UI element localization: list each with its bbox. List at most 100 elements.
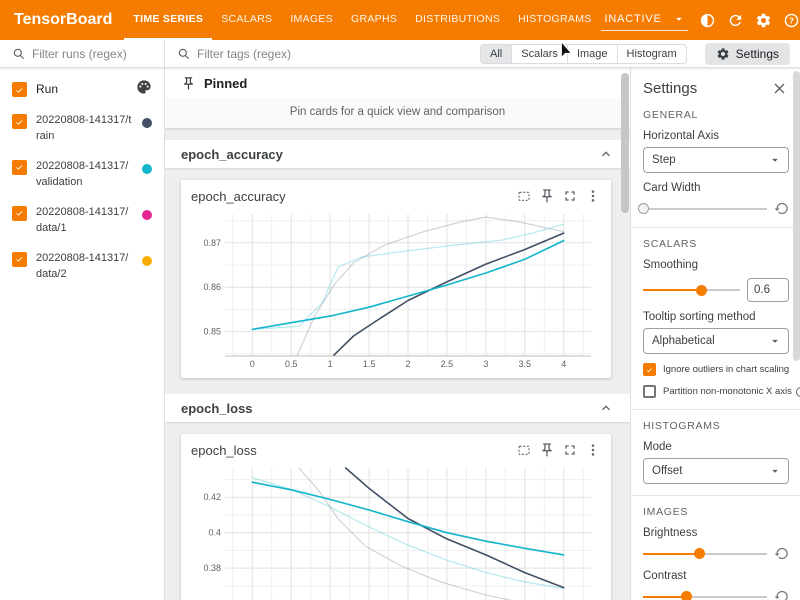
tab-scalars[interactable]: SCALARS — [212, 0, 281, 40]
pinned-title: Pinned — [204, 76, 247, 91]
svg-text:4: 4 — [561, 359, 566, 369]
section-header-epoch-loss[interactable]: epoch_loss — [165, 394, 630, 422]
run-color-dot — [142, 256, 152, 266]
svg-text:2.5: 2.5 — [441, 359, 454, 369]
pin-icon — [181, 76, 196, 91]
tab-histograms[interactable]: HISTOGRAMS — [509, 0, 600, 40]
filter-scalars-button[interactable]: Scalars — [511, 45, 567, 63]
card-actions — [516, 442, 601, 458]
runs-column-header: Run — [36, 82, 58, 96]
settings-button[interactable]: Settings — [705, 43, 790, 65]
fullscreen-icon[interactable] — [562, 442, 578, 458]
caret-down-icon — [672, 12, 686, 26]
gear-icon[interactable] — [755, 12, 772, 29]
runs-header-row: Run — [0, 72, 164, 106]
caret-down-icon — [768, 334, 782, 348]
run-color-palette-icon[interactable] — [136, 79, 152, 100]
filter-histogram-button[interactable]: Histogram — [617, 45, 686, 63]
run-row-train[interactable]: 20220808-141317/train — [0, 106, 164, 152]
smoothing-slider[interactable] — [643, 283, 740, 297]
settings-scrollbar-thumb[interactable] — [793, 71, 800, 361]
partition-x-row[interactable]: Partition non-monotonic X axis — [643, 385, 790, 398]
ignore-outliers-checkbox[interactable] — [643, 363, 656, 376]
tensorboard-app: TensorBoard TIME SERIES SCALARS IMAGES G… — [0, 0, 800, 600]
brightness-row — [643, 546, 789, 561]
check-icon — [14, 161, 25, 173]
settings-heading-general: GENERAL — [643, 109, 790, 121]
run-checkbox[interactable] — [12, 114, 27, 129]
select-all-runs-checkbox[interactable] — [12, 82, 27, 97]
contrast-slider[interactable] — [643, 590, 767, 600]
histogram-mode-select[interactable]: Offset — [643, 458, 789, 484]
smoothing-row — [643, 278, 789, 302]
ignore-outliers-row[interactable]: Ignore outliers in chart scaling — [643, 363, 790, 376]
svg-text:2: 2 — [405, 359, 410, 369]
divider — [631, 227, 800, 228]
zoom-selection-icon[interactable] — [516, 442, 532, 458]
help-icon[interactable]: ? — [783, 12, 800, 29]
filter-all-button[interactable]: All — [481, 45, 511, 63]
pinned-header: Pinned — [165, 68, 630, 98]
run-checkbox[interactable] — [12, 206, 27, 221]
smoothing-input[interactable] — [747, 278, 789, 302]
card-width-row — [643, 201, 789, 216]
svg-text:0.87: 0.87 — [203, 238, 221, 248]
histogram-mode-label: Mode — [643, 441, 790, 453]
close-icon[interactable] — [771, 80, 788, 97]
line-chart-epoch-accuracy[interactable]: 00.511.522.533.540.850.860.87 — [191, 208, 601, 372]
card-width-slider[interactable] — [643, 202, 767, 216]
app-title: TensorBoard — [0, 11, 124, 29]
tab-time-series[interactable]: TIME SERIES — [124, 0, 212, 40]
main-nav: TIME SERIES SCALARS IMAGES GRAPHS DISTRI… — [124, 0, 600, 40]
line-chart-epoch-loss[interactable]: 00.511.522.533.540.360.380.40.42 — [191, 462, 601, 600]
reset-icon[interactable] — [774, 201, 789, 216]
content-scrollbar-thumb[interactable] — [621, 73, 629, 213]
ignore-outliers-label: Ignore outliers in chart scaling — [663, 364, 789, 375]
brightness-slider[interactable] — [643, 547, 767, 561]
smoothing-label: Smoothing — [643, 259, 790, 271]
svg-text:?: ? — [789, 16, 794, 25]
run-checkbox[interactable] — [12, 252, 27, 267]
horizontal-axis-select[interactable]: Step — [643, 147, 789, 173]
chevron-up-icon[interactable] — [598, 146, 614, 162]
info-icon — [795, 386, 800, 398]
tab-images[interactable]: IMAGES — [281, 0, 342, 40]
svg-text:3.5: 3.5 — [519, 359, 532, 369]
svg-text:1: 1 — [328, 359, 333, 369]
tab-distributions[interactable]: DISTRIBUTIONS — [406, 0, 509, 40]
reset-icon[interactable] — [774, 589, 789, 600]
section-header-epoch-accuracy[interactable]: epoch_accuracy — [165, 140, 630, 168]
svg-text:0.4: 0.4 — [208, 528, 221, 538]
pin-icon[interactable] — [539, 442, 555, 458]
filter-runs-input[interactable] — [32, 47, 142, 61]
tooltip-sorting-select[interactable]: Alphabetical — [643, 328, 789, 354]
gear-icon — [716, 47, 730, 61]
tab-graphs[interactable]: GRAPHS — [342, 0, 406, 40]
settings-panel: Settings GENERAL Horizontal Axis Step Ca… — [630, 68, 800, 600]
more-options-icon[interactable] — [585, 442, 601, 458]
run-row-data-1[interactable]: 20220808-141317/data/1 — [0, 198, 164, 244]
filter-tags-input[interactable] — [197, 47, 357, 61]
zoom-selection-icon[interactable] — [516, 188, 532, 204]
card-title: epoch_loss — [191, 443, 257, 458]
fullscreen-icon[interactable] — [562, 188, 578, 204]
run-row-validation[interactable]: 20220808-141317/validation — [0, 152, 164, 198]
filter-image-button[interactable]: Image — [567, 45, 617, 63]
pin-icon[interactable] — [539, 188, 555, 204]
run-checkbox[interactable] — [12, 160, 27, 175]
run-row-data-2[interactable]: 20220808-141317/data/2 — [0, 244, 164, 290]
refresh-icon[interactable] — [727, 12, 744, 29]
reload-status-select[interactable]: INACTIVE — [601, 9, 688, 31]
svg-text:0.5: 0.5 — [285, 359, 298, 369]
partition-x-checkbox[interactable] — [643, 385, 656, 398]
svg-text:0.85: 0.85 — [203, 327, 221, 337]
reset-icon[interactable] — [774, 546, 789, 561]
more-options-icon[interactable] — [585, 188, 601, 204]
settings-panel-title: Settings — [643, 80, 697, 97]
settings-heading-images: IMAGES — [643, 506, 790, 518]
contrast-label: Contrast — [643, 570, 790, 582]
cards-content-area: Pinned Pin cards for a quick view and co… — [165, 68, 630, 600]
chevron-up-icon[interactable] — [598, 400, 614, 416]
theme-toggle-icon[interactable] — [699, 12, 716, 29]
runs-panel: Run 20220808-141317/train 20220808-14131… — [0, 68, 165, 600]
